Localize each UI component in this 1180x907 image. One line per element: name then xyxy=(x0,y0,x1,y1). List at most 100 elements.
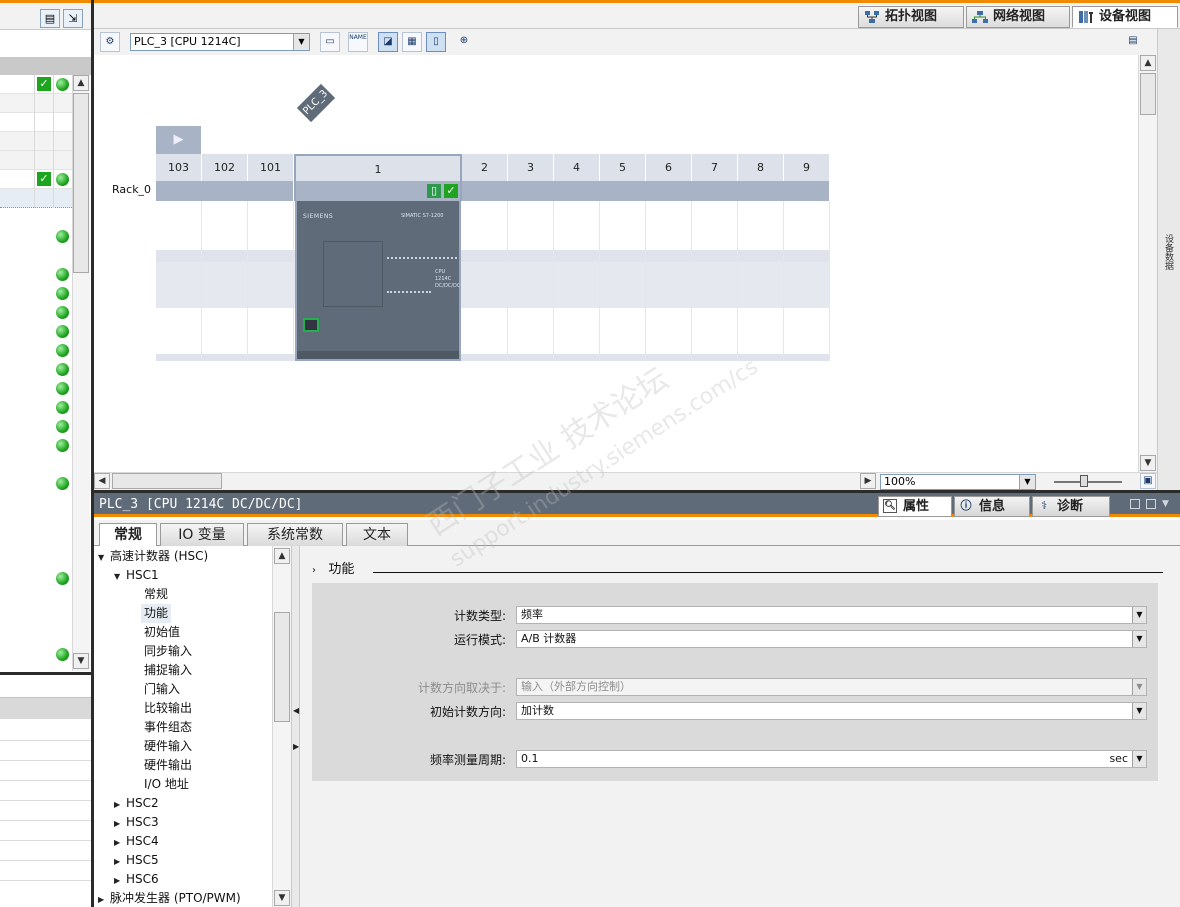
device-canvas[interactable]: PLC_3 ▶ 103 102 101 1 2 3 4 5 6 7 8 9 Ra… xyxy=(94,55,1138,472)
slot-header[interactable]: 5 xyxy=(600,154,646,181)
maximize-icon[interactable] xyxy=(1146,499,1156,509)
operating-mode-select[interactable]: A/B 计数器 ▼ xyxy=(516,630,1147,648)
slot-header[interactable]: 3 xyxy=(508,154,554,181)
scroll-right-icon[interactable]: ▶ xyxy=(860,473,876,489)
zoom-select[interactable]: 100% ▼ xyxy=(880,474,1036,490)
scroll-down-icon[interactable]: ▼ xyxy=(274,890,290,906)
slot-header[interactable]: 4 xyxy=(554,154,600,181)
slot-header[interactable]: 2 xyxy=(462,154,508,181)
ethernet-port-icon[interactable] xyxy=(303,318,319,332)
tree-item-hardware-output[interactable]: 硬件输出 xyxy=(144,756,192,775)
zoom-slider[interactable] xyxy=(1054,481,1122,483)
list-item[interactable] xyxy=(0,113,72,132)
chevron-down-icon[interactable]: ▼ xyxy=(293,34,309,50)
scroll-up-icon[interactable]: ▲ xyxy=(274,548,290,564)
scroll-down-icon[interactable]: ▼ xyxy=(1140,455,1156,471)
table-view-icon[interactable]: ▤ xyxy=(40,9,60,28)
tree-scrollbar[interactable]: ▲ ▼ xyxy=(272,546,291,907)
slot-header[interactable]: 8 xyxy=(738,154,784,181)
list-item[interactable]: ✓ xyxy=(0,170,72,189)
tab-io-tags[interactable]: IO 变量 xyxy=(160,523,244,546)
scroll-up-icon[interactable]: ▲ xyxy=(73,75,89,91)
expand-right-icon[interactable]: ▶ xyxy=(293,742,299,751)
empty-slot[interactable] xyxy=(738,201,784,361)
tree-item-hsc4[interactable]: ▶ HSC4 xyxy=(114,832,159,851)
panel-divider[interactable] xyxy=(0,672,92,675)
device-select[interactable]: PLC_3 [CPU 1214C] ▼ xyxy=(130,33,310,51)
grid-icon[interactable]: ▦ xyxy=(402,32,422,52)
zoom-icon[interactable]: ⊕ xyxy=(454,32,474,52)
restore-icon[interactable] xyxy=(1130,499,1140,509)
chevron-down-icon[interactable]: ▼ xyxy=(1132,703,1146,719)
tab-topology-view[interactable]: 拓扑视图 xyxy=(858,6,964,28)
scroll-thumb[interactable] xyxy=(112,473,222,489)
chevron-down-icon[interactable]: ▼ xyxy=(1132,607,1146,623)
tree-item-sync-input[interactable]: 同步输入 xyxy=(144,642,192,661)
export-icon[interactable]: ⇲ xyxy=(63,9,83,28)
chevron-down-icon[interactable]: ▼ xyxy=(1132,751,1146,767)
slot-header[interactable]: 102 xyxy=(202,154,248,181)
list-item-selected[interactable] xyxy=(0,189,72,208)
zoom-slider-handle[interactable] xyxy=(1080,475,1088,487)
collapse-icon[interactable]: ▼ xyxy=(1162,499,1172,509)
tree-item-hsc2[interactable]: ▶ HSC2 xyxy=(114,794,159,813)
collapse-left-icon[interactable]: ◀ xyxy=(293,706,299,715)
show-module-labels-icon[interactable]: ▭ xyxy=(320,32,340,52)
count-type-select[interactable]: 频率 ▼ xyxy=(516,606,1147,624)
tree-item-general[interactable]: 常规 xyxy=(144,585,168,604)
collapsed-icon[interactable]: ▶ xyxy=(98,890,110,907)
collapsed-icon[interactable]: ▶ xyxy=(114,795,126,814)
cpu-module[interactable]: SIEMENS SIMATIC S7-1200 CPU 1214C DC/DC/… xyxy=(295,201,461,361)
scroll-up-icon[interactable]: ▲ xyxy=(1140,55,1156,71)
scroll-thumb[interactable] xyxy=(274,612,290,722)
empty-slot[interactable] xyxy=(202,201,248,361)
tab-texts[interactable]: 文本 xyxy=(346,523,408,546)
empty-slot[interactable] xyxy=(554,201,600,361)
scroll-thumb[interactable] xyxy=(73,93,89,273)
tree-item-pulse-generators[interactable]: ▶ 脉冲发生器 (PTO/PWM) xyxy=(98,889,241,907)
slot-header[interactable]: 7 xyxy=(692,154,738,181)
empty-slot[interactable] xyxy=(462,201,508,361)
tab-system-constants[interactable]: 系统常数 xyxy=(247,523,343,546)
chevron-down-icon[interactable]: ▼ xyxy=(1132,631,1146,647)
slot-header[interactable]: 9 xyxy=(784,154,830,181)
left-panel-scrollbar[interactable]: ▲ ▼ xyxy=(72,75,90,671)
scroll-thumb[interactable] xyxy=(1140,73,1156,115)
plc-name-label[interactable]: PLC_3 xyxy=(296,83,336,123)
tree-item-hsc[interactable]: ▼ 高速计数器 (HSC) xyxy=(98,547,208,566)
device-data-label[interactable]: 设备数据 xyxy=(1163,234,1175,270)
tree-item-hsc3[interactable]: ▶ HSC3 xyxy=(114,813,159,832)
tab-info[interactable]: ⓘ 信息 xyxy=(954,496,1030,517)
tab-device-view[interactable]: 设备视图 xyxy=(1072,6,1178,28)
name-toggle-icon[interactable]: NAME xyxy=(348,32,368,52)
list-item[interactable] xyxy=(0,94,72,113)
collapsed-icon[interactable]: ▶ xyxy=(114,833,126,852)
tree-item-capture-input[interactable]: 捕捉输入 xyxy=(144,661,192,680)
tree-item-event-config[interactable]: 事件组态 xyxy=(144,718,192,737)
slot-header-cpu[interactable]: 1 xyxy=(294,154,462,181)
slot-header[interactable]: 103 xyxy=(156,154,202,181)
slot-header[interactable]: 6 xyxy=(646,154,692,181)
empty-slot[interactable] xyxy=(156,201,202,361)
empty-slot[interactable] xyxy=(248,201,294,361)
empty-slot[interactable] xyxy=(508,201,554,361)
tree-item-function[interactable]: 功能 xyxy=(141,604,172,623)
device-data-strip[interactable]: 设备数据 xyxy=(1157,29,1180,492)
tree-item-hardware-input[interactable]: 硬件输入 xyxy=(144,737,192,756)
tree-item-initial-values[interactable]: 初始值 xyxy=(144,623,180,642)
tree-item-compare-output[interactable]: 比较输出 xyxy=(144,699,192,718)
list-item[interactable] xyxy=(0,132,72,151)
tab-properties[interactable]: 🔍︎ 属性 xyxy=(878,496,952,517)
collapsed-icon[interactable]: ▶ xyxy=(114,871,126,890)
tree-splitter[interactable]: ◀ ▶ xyxy=(291,546,300,907)
collapsed-icon[interactable]: ▶ xyxy=(114,814,126,833)
tree-item-hsc5[interactable]: ▶ HSC5 xyxy=(114,851,159,870)
tree-item-gate-input[interactable]: 门输入 xyxy=(144,680,180,699)
collapsed-icon[interactable]: ▶ xyxy=(114,852,126,871)
frequency-period-select[interactable]: 0.1 sec ▼ xyxy=(516,750,1147,768)
expanded-icon[interactable]: ▼ xyxy=(98,548,110,567)
empty-slot[interactable] xyxy=(692,201,738,361)
empty-slot[interactable] xyxy=(784,201,830,361)
tab-network-view[interactable]: 网络视图 xyxy=(966,6,1070,28)
overview-icon[interactable]: ▤ xyxy=(1123,32,1143,52)
